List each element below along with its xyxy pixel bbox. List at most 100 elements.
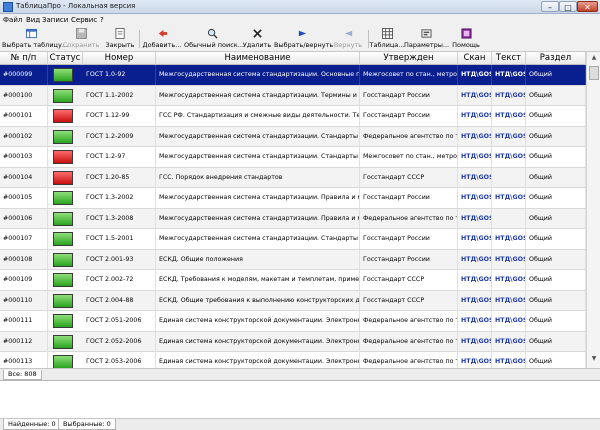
row-scan[interactable]: НТД\GOS [458, 229, 492, 249]
row-text[interactable] [492, 167, 526, 188]
row-scan[interactable]: НТД\GOS [458, 65, 492, 85]
title-bar: ТаблицаПро - Локальная версия – □ ✕ [0, 0, 600, 14]
row-scan[interactable]: НТД\GOS [458, 167, 492, 188]
select-table-button[interactable]: Выбрать таблицу... [2, 27, 68, 51]
column-header-status[interactable]: Статус [48, 52, 83, 65]
column-header-index[interactable]: № п/п [0, 52, 48, 65]
row-text[interactable]: НТД\GOS [492, 311, 526, 331]
table-row[interactable]: #000103 ГОСТ 1.2-97 Межгосударственная сис… [0, 147, 586, 168]
row-approved: Госстандарт России [360, 249, 458, 270]
row-index: #000104 [0, 167, 48, 188]
row-text[interactable]: НТД\GOS [492, 270, 526, 290]
row-text[interactable]: НТД\GOS [492, 106, 526, 126]
row-text[interactable]: НТД\GOS [492, 331, 526, 352]
tab-all-records[interactable]: Все: 808 [3, 370, 42, 380]
return-button[interactable]: Вернуть [332, 27, 364, 51]
row-scan[interactable]: НТД\GOS [458, 311, 492, 331]
row-text[interactable]: НТД\GOS [492, 229, 526, 249]
table-row[interactable]: #000101 ГОСТ 1.12-99 ГСС РФ. Стандартизаци… [0, 106, 586, 127]
table-row[interactable]: #000109 ГОСТ 2.002-72 ЕСКД. Требования к м… [0, 270, 586, 291]
row-number: ГОСТ 2.001-93 [83, 249, 156, 270]
table-row[interactable]: #000108 ГОСТ 2.001-93 ЕСКД. Общие положени… [0, 249, 586, 270]
row-text[interactable]: НТД\GOS [492, 126, 526, 147]
row-index: #000112 [0, 331, 48, 352]
help-button[interactable]: Помощь [452, 27, 480, 51]
save-button[interactable]: Сохранить [62, 27, 100, 51]
menu-help[interactable]: ? [100, 16, 104, 24]
table-row[interactable]: #000099 ГОСТ 1.0-92 Межгосударственная сис… [0, 65, 586, 86]
menu-service[interactable]: Сервис [71, 16, 97, 24]
minimize-button[interactable]: – [541, 1, 559, 12]
row-text[interactable]: НТД\GOS [492, 85, 526, 106]
menu-records[interactable]: Записи [42, 16, 68, 24]
status-icon [53, 314, 73, 328]
vertical-scrollbar[interactable]: ▲ ▼ [586, 52, 600, 368]
row-section: Общий [526, 85, 586, 106]
row-name: Межгосударственная система стандартизаци… [156, 188, 360, 208]
row-text[interactable]: НТД\GOS [492, 352, 526, 368]
scroll-up-icon[interactable]: ▲ [589, 53, 599, 63]
column-header-number[interactable]: Номер [83, 52, 156, 65]
row-approved: Госстандарт России [360, 229, 458, 249]
row-scan[interactable]: НТД\GOS [458, 352, 492, 368]
row-name: Единая система конструкторской документа… [156, 331, 360, 352]
tab-selected[interactable]: Выбранные: 0 [58, 419, 116, 430]
column-header-scan[interactable]: Скан [458, 52, 492, 65]
row-text[interactable]: НТД\GOS [492, 249, 526, 270]
column-header-text[interactable]: Текст [492, 52, 526, 65]
table-row[interactable]: #000113 ГОСТ 2.053-2006 Единая система кон… [0, 352, 586, 368]
delete-button[interactable]: Удалить [242, 27, 272, 51]
column-header-section[interactable]: Раздел [526, 52, 586, 65]
table-settings-button[interactable]: Таблица... [369, 27, 405, 51]
row-text[interactable]: НТД\GOS [492, 65, 526, 85]
scroll-down-icon[interactable]: ▼ [589, 354, 599, 364]
row-approved: Межгосовет по стан., метрологии [360, 65, 458, 85]
row-scan[interactable]: НТД\GOS [458, 331, 492, 352]
help-icon [460, 28, 472, 39]
row-section: Общий [526, 65, 586, 85]
table-row[interactable]: #000107 ГОСТ 1.5-2001 Межгосударственная с… [0, 229, 586, 250]
row-index: #000107 [0, 229, 48, 249]
add-button[interactable]: Добавить... [142, 27, 182, 51]
row-text[interactable]: НТД\GOS [492, 290, 526, 311]
column-header-name[interactable]: Наименование [156, 52, 360, 65]
row-scan[interactable]: НТД\GOS [458, 270, 492, 290]
row-text[interactable]: НТД\GOS [492, 188, 526, 208]
row-approved: Госстандарт России [360, 85, 458, 106]
scrollbar-thumb[interactable] [589, 66, 599, 80]
table-row[interactable]: #000111 ГОСТ 2.051-2006 Единая система кон… [0, 311, 586, 332]
parameters-button[interactable]: Параметры... [404, 27, 449, 51]
row-text[interactable]: НТД\GOS [492, 147, 526, 167]
row-approved: Федеральное агентство по техн. [360, 126, 458, 147]
row-scan[interactable]: НТД\GOS [458, 85, 492, 106]
table-row[interactable]: #000100 ГОСТ 1.1-2002 Межгосударственная с… [0, 85, 586, 106]
column-header-approved[interactable]: Утвержден [360, 52, 458, 65]
tab-found[interactable]: Найденные: 0 [3, 419, 61, 430]
row-name: Межгосударственная система стандартизаци… [156, 85, 360, 106]
row-scan[interactable]: НТД\GOS [458, 147, 492, 167]
close-document-button[interactable]: Закрыть [104, 27, 136, 51]
close-window-button[interactable]: ✕ [577, 1, 598, 12]
row-section: Общий [526, 229, 586, 249]
table-row[interactable]: #000112 ГОСТ 2.052-2006 Единая система кон… [0, 331, 586, 352]
select-return-button[interactable]: Выбрать/вернуть [274, 27, 333, 51]
table-row[interactable]: #000102 ГОСТ 1.2-2009 Межгосударственная с… [0, 126, 586, 147]
row-section: Общий [526, 331, 586, 352]
menu-file[interactable]: Файл [3, 16, 22, 24]
row-text[interactable] [492, 208, 526, 229]
row-scan[interactable]: НТД\GOS [458, 208, 492, 229]
table-row[interactable]: #000106 ГОСТ 1.3-2008 Межгосударственная с… [0, 208, 586, 229]
row-number: ГОСТ 2.051-2006 [83, 311, 156, 331]
maximize-button[interactable]: □ [559, 1, 577, 12]
simple-search-button[interactable]: Обычный поиск... [184, 27, 244, 51]
row-scan[interactable]: НТД\GOS [458, 290, 492, 311]
row-scan[interactable]: НТД\GOS [458, 188, 492, 208]
menu-view[interactable]: Вид [26, 16, 40, 24]
table-row[interactable]: #000104 ГОСТ 1.20-85 ГСС. Порядок внедрени… [0, 167, 586, 188]
table-row[interactable]: #000110 ГОСТ 2.004-88 ЕСКД. Общие требован… [0, 290, 586, 311]
row-scan[interactable]: НТД\GOS [458, 106, 492, 126]
row-index: #000106 [0, 208, 48, 229]
table-row[interactable]: #000105 ГОСТ 1.3-2002 Межгосударственная с… [0, 188, 586, 209]
row-scan[interactable]: НТД\GOS [458, 249, 492, 270]
row-scan[interactable]: НТД\GOS [458, 126, 492, 147]
